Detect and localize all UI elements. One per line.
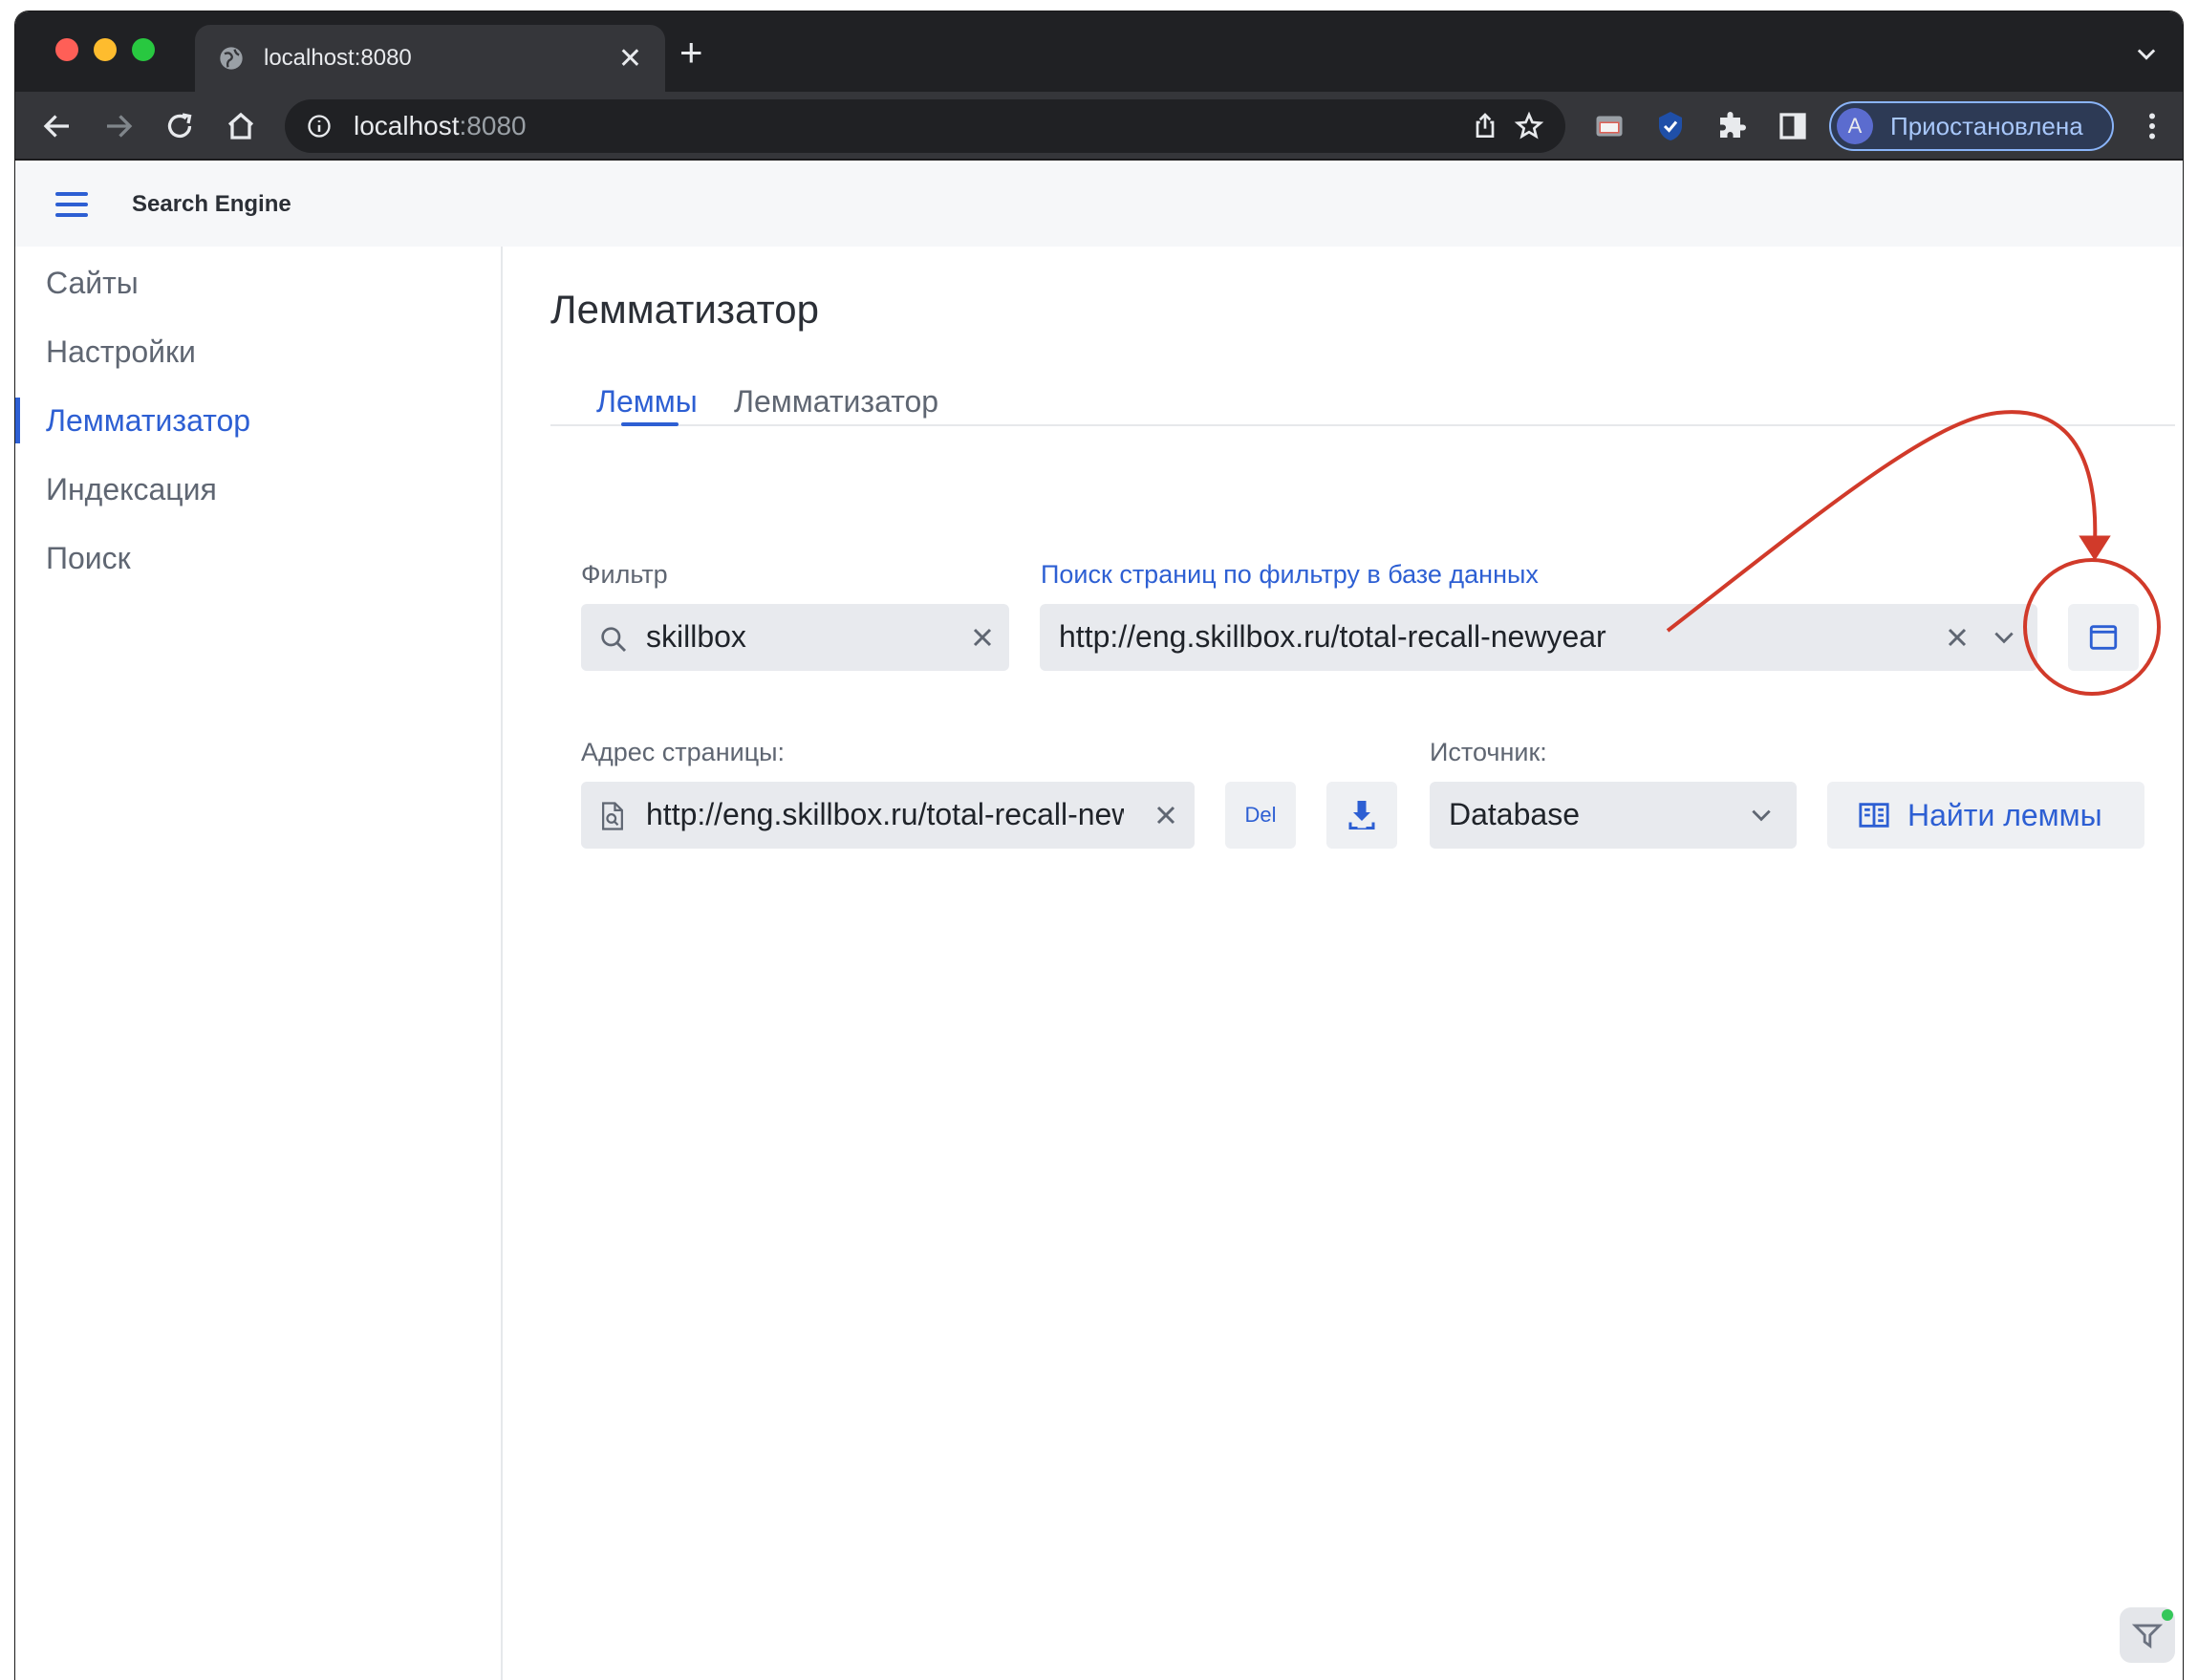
page-address-label: Адрес страницы: <box>581 738 786 766</box>
address-bar[interactable]: localhost :8080 <box>285 99 1565 153</box>
filter-label: Фильтр <box>581 560 668 589</box>
tab-title: localhost:8080 <box>264 45 412 71</box>
hamburger-menu-icon[interactable] <box>55 192 88 217</box>
app-root: Search Engine Сайты Настройки Лемматизат… <box>15 162 2183 1680</box>
db-search-combobox[interactable]: http://eng.skillbox.ru/total-recall-newy… <box>1040 604 2037 671</box>
sidebar-item-search[interactable]: Поиск <box>46 541 131 576</box>
clear-page-address-icon[interactable] <box>1154 804 1177 827</box>
tab-lemmatizer[interactable]: Лемматизатор <box>734 384 938 420</box>
chevron-down-icon[interactable] <box>1992 625 2016 650</box>
browser-tabstrip: localhost:8080 ✕ + <box>15 11 2183 92</box>
browser-window: localhost:8080 ✕ + localhost :8080 A При… <box>15 11 2183 1680</box>
back-arrow-icon[interactable] <box>40 109 75 143</box>
sidebar-active-indicator <box>15 398 20 443</box>
find-lemmas-button[interactable]: Найти леммы <box>1827 782 2144 849</box>
window-close-button[interactable] <box>55 38 78 61</box>
db-search-label[interactable]: Поиск страниц по фильтру в базе данных <box>1041 560 1539 590</box>
sidebar: Сайты Настройки Лемматизатор Индексация … <box>15 247 503 1680</box>
assistant-widget[interactable] <box>2120 1607 2175 1663</box>
extension-screenshot-icon[interactable] <box>1592 109 1627 143</box>
sidebar-item-settings[interactable]: Настройки <box>46 334 196 370</box>
extension-check-icon[interactable] <box>1653 109 1688 143</box>
source-value: Database <box>1449 797 1580 831</box>
page-title: Лемматизатор <box>550 287 819 332</box>
home-icon[interactable] <box>224 109 258 143</box>
delete-button-label: Del <box>1244 803 1277 827</box>
page-address-value: http://eng.skillbox.ru/total-recall-newy… <box>646 797 1124 831</box>
delete-button[interactable]: Del <box>1225 782 1296 849</box>
kebab-menu-icon[interactable] <box>2135 109 2169 143</box>
page-address-input[interactable]: http://eng.skillbox.ru/total-recall-newy… <box>581 782 1195 849</box>
url-port: :8080 <box>459 111 527 140</box>
online-status-dot <box>2162 1609 2173 1621</box>
filter-value: skillbox <box>646 619 746 654</box>
share-icon[interactable] <box>1470 111 1500 141</box>
main-content: Лемматизатор Леммы Лемматизатор Фильтр s… <box>505 247 2183 1680</box>
reload-icon[interactable] <box>162 109 197 143</box>
profile-status: Приостановлена <box>1890 111 2083 140</box>
profile-button[interactable]: A Приостановлена <box>1829 101 2114 151</box>
globe-icon <box>220 47 243 70</box>
chevron-down-icon[interactable] <box>1749 803 1774 828</box>
db-search-value: http://eng.skillbox.ru/total-recall-newy… <box>1059 619 1606 654</box>
assistant-check-icon <box>2131 1624 2164 1649</box>
browser-toolbar: localhost :8080 A Приостановлена <box>15 92 2183 161</box>
search-icon <box>601 627 627 653</box>
clear-filter-icon[interactable] <box>971 626 994 649</box>
filter-input[interactable]: skillbox <box>581 604 1009 671</box>
side-panel-icon[interactable] <box>1776 109 1810 143</box>
app-header: Search Engine <box>15 162 2183 247</box>
tab-bar: Леммы Лемматизатор <box>550 359 2175 426</box>
avatar: A <box>1837 108 1873 144</box>
source-label: Источник: <box>1430 738 1547 766</box>
browser-tab[interactable]: localhost:8080 ✕ <box>195 25 665 92</box>
tab-lemmas[interactable]: Леммы <box>596 384 698 420</box>
download-icon <box>1348 801 1375 829</box>
clear-db-search-icon[interactable] <box>1946 626 1969 649</box>
window-icon <box>2089 625 2118 650</box>
bookmark-star-icon[interactable] <box>1514 111 1544 141</box>
site-info-icon[interactable] <box>306 113 333 140</box>
source-select[interactable]: Database <box>1430 782 1797 849</box>
window-maximize-button[interactable] <box>132 38 155 61</box>
open-page-button[interactable] <box>2068 604 2139 671</box>
tab-close-icon[interactable]: ✕ <box>618 42 642 75</box>
app-title: Search Engine <box>132 191 291 217</box>
sidebar-item-sites[interactable]: Сайты <box>46 266 139 301</box>
extensions-puzzle-icon[interactable] <box>1714 109 1749 143</box>
tab-search-chevron-icon[interactable] <box>2133 40 2160 67</box>
open-book-icon <box>1859 803 1889 828</box>
new-tab-button[interactable]: + <box>679 32 703 73</box>
sidebar-item-indexing[interactable]: Индексация <box>46 472 217 507</box>
window-minimize-button[interactable] <box>94 38 117 61</box>
sidebar-item-lemmatizer[interactable]: Лемматизатор <box>46 403 250 439</box>
url-host: localhost <box>354 111 460 140</box>
forward-arrow-icon[interactable] <box>101 109 136 143</box>
page-search-icon <box>602 802 623 830</box>
find-lemmas-label: Найти леммы <box>1907 797 2102 832</box>
download-button[interactable] <box>1326 782 1397 849</box>
active-tab-underline <box>621 422 679 426</box>
